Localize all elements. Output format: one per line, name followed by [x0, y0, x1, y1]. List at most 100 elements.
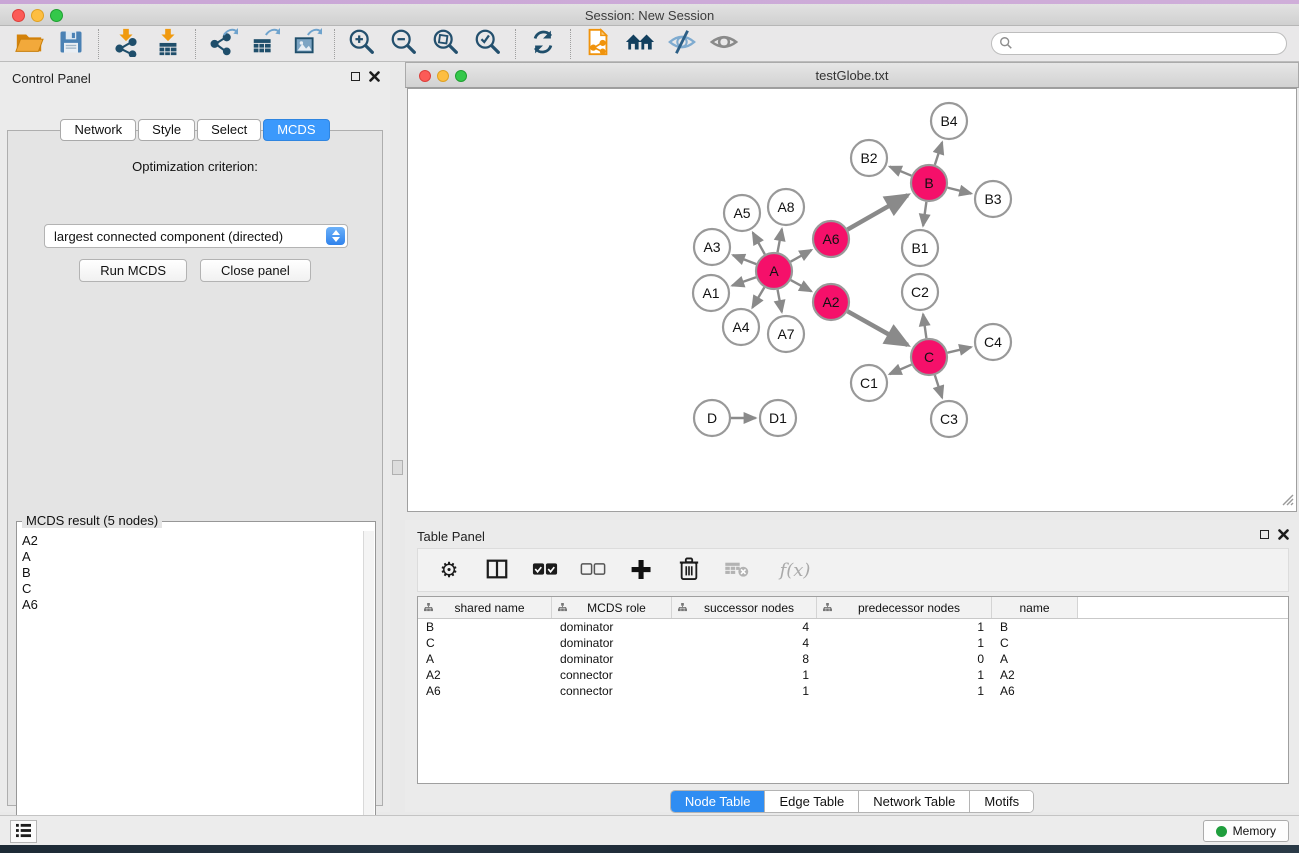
tab-style[interactable]: Style	[138, 119, 195, 141]
refresh-button[interactable]	[522, 27, 564, 61]
float-table-panel-icon[interactable]	[1260, 530, 1269, 539]
column-header-successor-nodes[interactable]: successor nodes	[672, 597, 817, 618]
optimization-criterion-select[interactable]: largest connected component (directed)	[44, 224, 348, 248]
table-cell[interactable]: 1	[817, 667, 992, 683]
graph-edge-A-A6[interactable]	[791, 250, 812, 262]
result-item[interactable]: B	[22, 565, 363, 581]
table-cell[interactable]: A	[992, 651, 1078, 667]
close-panel-icon[interactable]	[369, 71, 380, 82]
graph-edge-C-C4[interactable]	[947, 347, 971, 353]
delete-columns-button[interactable]	[676, 555, 702, 585]
table-cell[interactable]: A6	[418, 683, 552, 699]
result-item[interactable]: C	[22, 581, 363, 597]
table-settings-button[interactable]: ⚙	[436, 555, 462, 585]
table-cell[interactable]: 1	[672, 683, 817, 699]
show-graphics-button[interactable]	[703, 27, 745, 61]
export-image-button[interactable]	[286, 27, 328, 61]
graph-edge-A6-B[interactable]	[847, 195, 907, 229]
graph-edge-A2-C[interactable]	[848, 311, 908, 345]
table-row[interactable]: A2connector11A2	[418, 667, 1288, 683]
tab-mcds[interactable]: MCDS	[263, 119, 329, 141]
import-network-button[interactable]	[105, 27, 147, 61]
graph-edge-B-B4[interactable]	[935, 142, 942, 165]
unselect-all-columns-button[interactable]	[580, 555, 606, 585]
graph-edge-C-C1[interactable]	[890, 365, 912, 375]
table-cell[interactable]: dominator	[552, 619, 672, 635]
memory-button[interactable]: Memory	[1203, 820, 1289, 842]
tab-network[interactable]: Network	[60, 119, 136, 141]
graph-edge-C-C3[interactable]	[935, 375, 942, 398]
table-cell[interactable]: C	[418, 635, 552, 651]
column-header-name[interactable]: name	[992, 597, 1078, 618]
panel-splitter-handle[interactable]	[392, 460, 403, 475]
table-cell[interactable]: connector	[552, 667, 672, 683]
table-cell[interactable]: 0	[817, 651, 992, 667]
column-header-shared-name[interactable]: shared name	[418, 597, 552, 618]
table-row[interactable]: Bdominator41B	[418, 619, 1288, 635]
close-panel-button[interactable]: Close panel	[200, 259, 311, 282]
table-cell[interactable]: 1	[817, 619, 992, 635]
network-canvas[interactable]: B4B2BB3A8A5A6A3B1AA1C2A2A4A7C4CC1DD1C3	[407, 88, 1297, 512]
tab-select[interactable]: Select	[197, 119, 261, 141]
delete-table-button[interactable]	[724, 555, 750, 585]
save-session-button[interactable]	[50, 27, 92, 61]
resize-grip-icon[interactable]	[1281, 493, 1294, 509]
result-item[interactable]: A	[22, 549, 363, 565]
graph-edge-A-A2[interactable]	[791, 280, 812, 291]
table-row[interactable]: Cdominator41C	[418, 635, 1288, 651]
table-cell[interactable]: 1	[672, 667, 817, 683]
table-cell[interactable]: A2	[418, 667, 552, 683]
graph-edge-A-A8[interactable]	[778, 229, 782, 252]
result-item[interactable]: A6	[22, 597, 363, 613]
table-cell[interactable]: C	[992, 635, 1078, 651]
table-cell[interactable]: B	[992, 619, 1078, 635]
table-cell[interactable]: 8	[672, 651, 817, 667]
table-cell[interactable]: dominator	[552, 651, 672, 667]
table-cell[interactable]: A	[418, 651, 552, 667]
open-session-button[interactable]	[8, 27, 50, 61]
float-panel-icon[interactable]	[351, 72, 360, 81]
tab-edge-table[interactable]: Edge Table	[765, 791, 859, 812]
table-cell[interactable]: A2	[992, 667, 1078, 683]
graph-edge-C-C2[interactable]	[923, 314, 926, 338]
hide-edges-button[interactable]	[661, 27, 703, 61]
function-builder-button[interactable]: f(x)	[772, 555, 818, 585]
tab-motifs[interactable]: Motifs	[970, 791, 1033, 812]
table-cell[interactable]: 4	[672, 619, 817, 635]
tab-network-table[interactable]: Network Table	[859, 791, 970, 812]
task-history-button[interactable]	[10, 820, 37, 843]
add-column-button[interactable]: ✚	[628, 555, 654, 585]
zoom-selected-button[interactable]	[467, 27, 509, 61]
table-cell[interactable]: connector	[552, 683, 672, 699]
search-input[interactable]	[991, 32, 1287, 55]
graph-edge-B-B2[interactable]	[890, 167, 912, 176]
graph-edge-A-A5[interactable]	[753, 233, 765, 255]
graph-edge-A-A1[interactable]	[732, 277, 756, 285]
table-cell[interactable]: 1	[817, 635, 992, 651]
table-row[interactable]: A6connector11A6	[418, 683, 1288, 699]
table-cell[interactable]: A6	[992, 683, 1078, 699]
graph-edge-B-B1[interactable]	[923, 202, 926, 226]
table-cell[interactable]: dominator	[552, 635, 672, 651]
close-table-panel-icon[interactable]	[1278, 529, 1289, 540]
export-network-button[interactable]	[202, 27, 244, 61]
table-cell[interactable]: B	[418, 619, 552, 635]
result-scrollbar[interactable]	[363, 531, 374, 853]
run-mcds-button[interactable]: Run MCDS	[79, 259, 187, 282]
table-row[interactable]: Adominator80A	[418, 651, 1288, 667]
graph-edge-A-A3[interactable]	[733, 255, 756, 264]
zoom-out-button[interactable]	[383, 27, 425, 61]
show-columns-button[interactable]	[484, 555, 510, 585]
column-header-predecessor-nodes[interactable]: predecessor nodes	[817, 597, 992, 618]
zoom-in-button[interactable]	[341, 27, 383, 61]
graph-edge-A-A7[interactable]	[778, 290, 782, 312]
go-home-button[interactable]	[619, 27, 661, 61]
table-cell[interactable]: 4	[672, 635, 817, 651]
export-table-button[interactable]	[244, 27, 286, 61]
graph-edge-A-A4[interactable]	[752, 287, 764, 307]
tab-node-table[interactable]: Node Table	[671, 791, 766, 812]
zoom-fit-button[interactable]	[425, 27, 467, 61]
table-cell[interactable]: 1	[817, 683, 992, 699]
column-header-MCDS-role[interactable]: MCDS role	[552, 597, 672, 618]
new-network-from-file-button[interactable]	[577, 27, 619, 61]
